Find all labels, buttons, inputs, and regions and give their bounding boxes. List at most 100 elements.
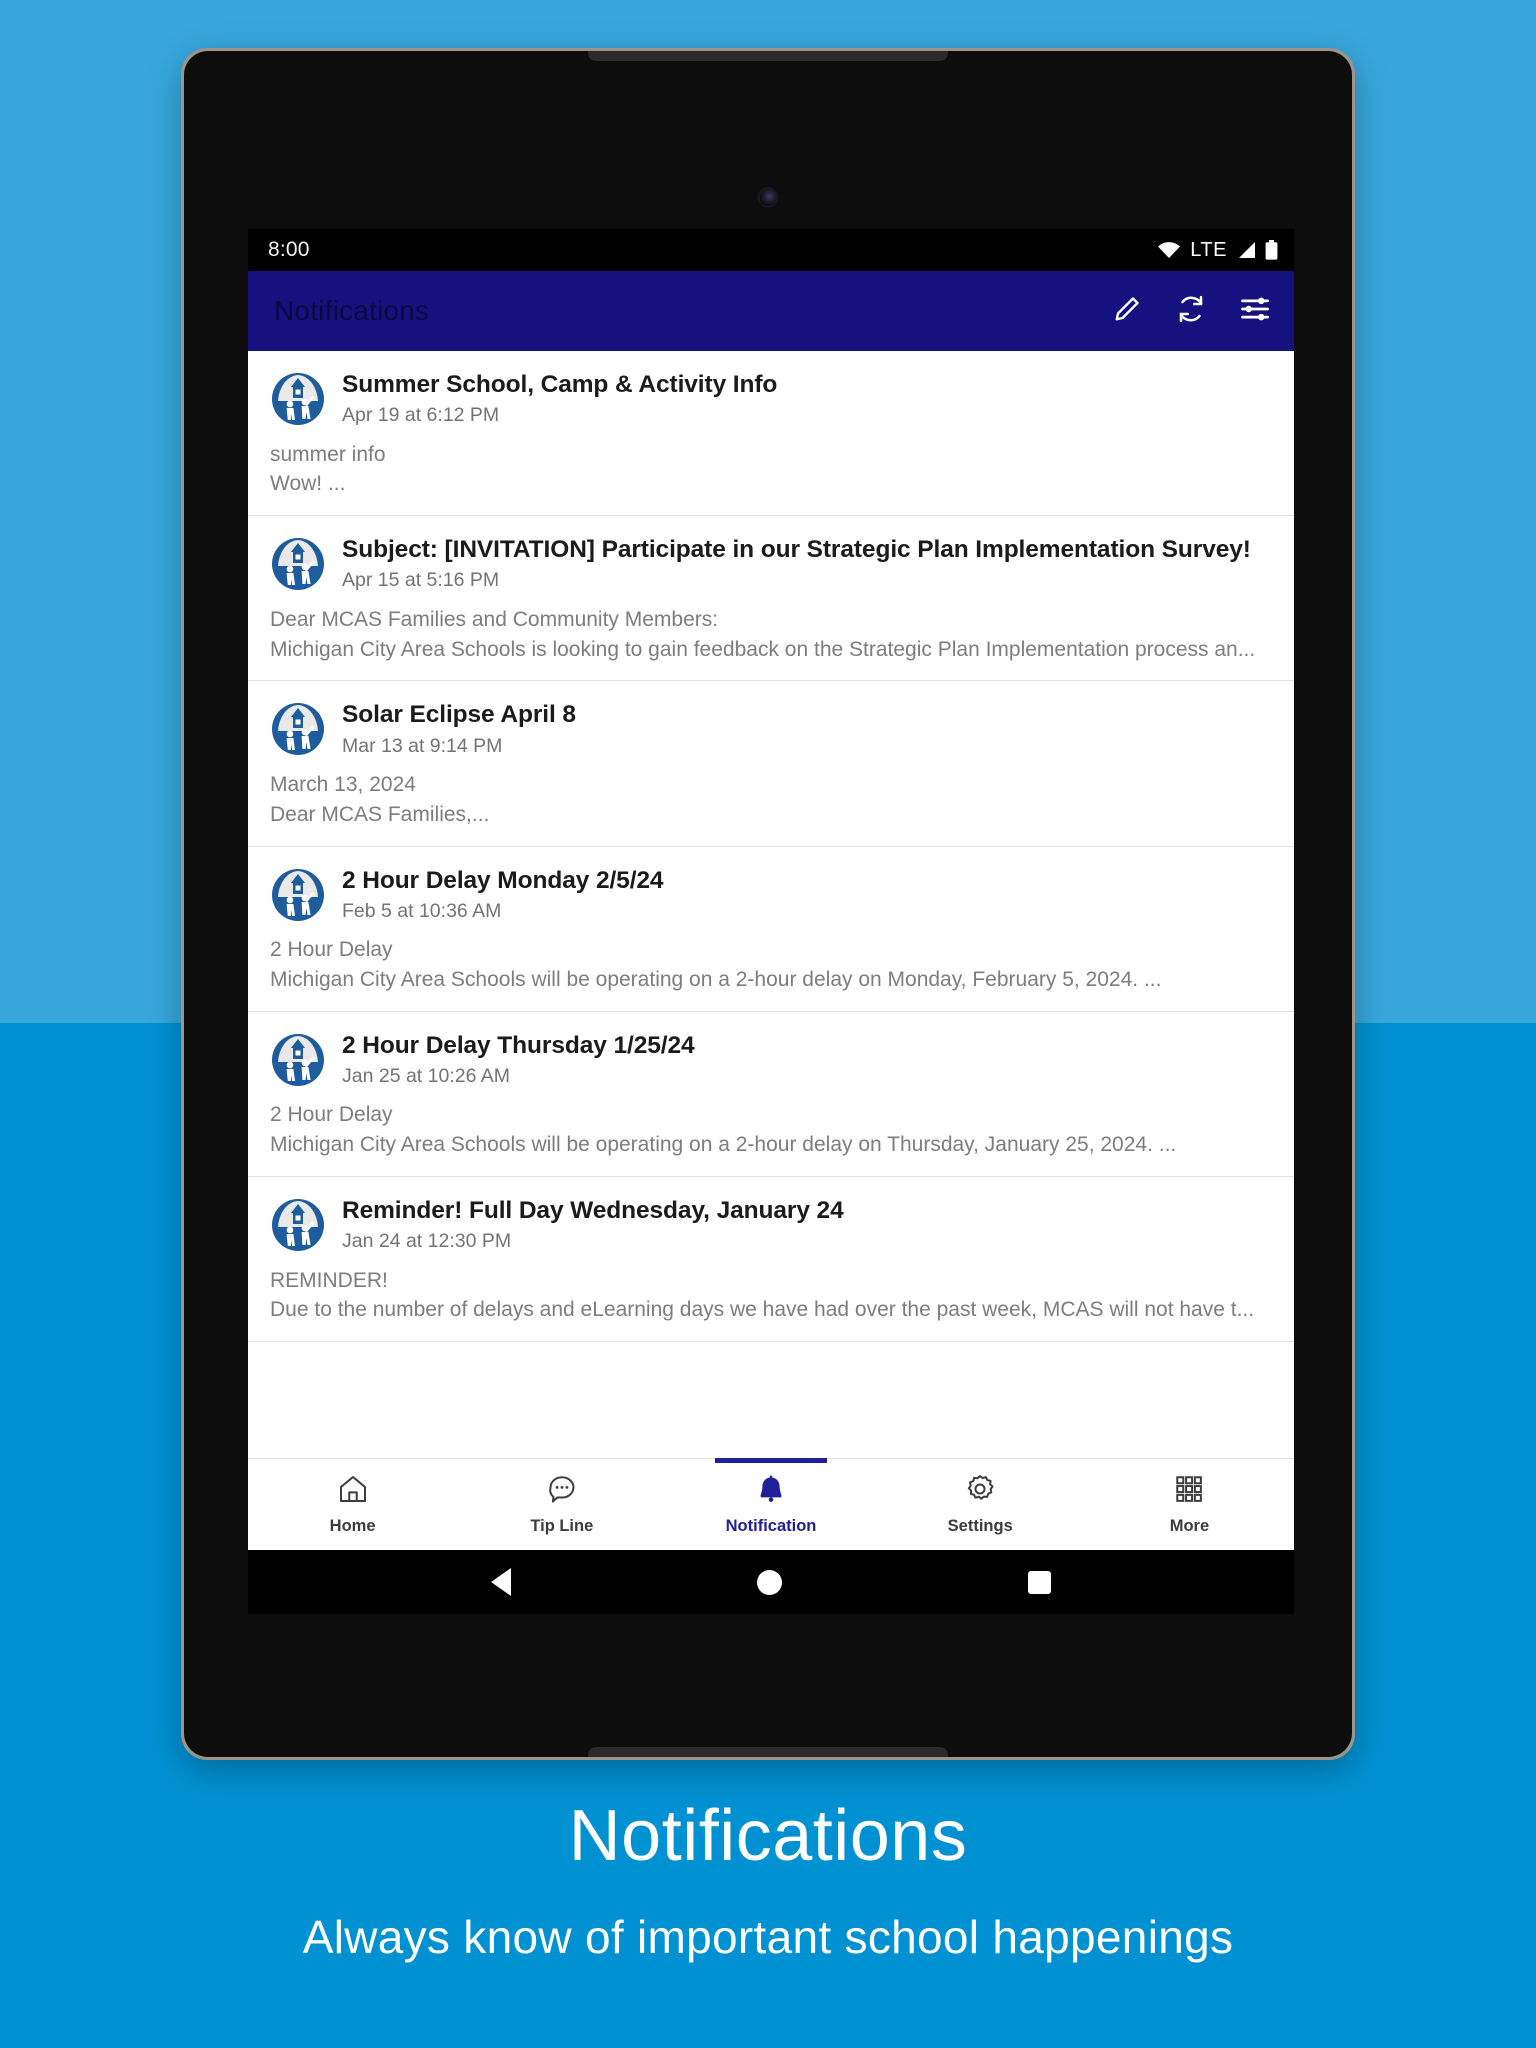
device-bottom-notch xyxy=(588,1747,948,1757)
battery-icon xyxy=(1265,240,1278,260)
notification-meta: 2 Hour Delay Thursday 1/25/24 Jan 25 at … xyxy=(342,1030,1272,1089)
grid-dots-icon xyxy=(1173,1473,1205,1510)
notification-header: 2 Hour Delay Monday 2/5/24 Feb 5 at 10:3… xyxy=(270,865,1272,924)
app-bar-actions xyxy=(1112,294,1270,329)
notification-body: 2 Hour Delay Michigan City Area Schools … xyxy=(270,935,1272,995)
notification-timestamp: Jan 24 at 12:30 PM xyxy=(342,1230,512,1253)
tab-more[interactable]: More xyxy=(1085,1459,1294,1550)
tab-home[interactable]: Home xyxy=(248,1459,457,1550)
notification-body: March 13, 2024 Dear MCAS Families,... xyxy=(270,770,1272,830)
notification-preview-line-1: 2 Hour Delay xyxy=(270,1103,393,1127)
notification-title: 2 Hour Delay Thursday 1/25/24 xyxy=(342,1031,695,1059)
notification-preview-line-2: Michigan City Area Schools is looking to… xyxy=(270,637,1256,661)
notification-title: Reminder! Full Day Wednesday, January 24 xyxy=(342,1196,844,1224)
notification-item[interactable]: Solar Eclipse April 8 Mar 13 at 9:14 PM … xyxy=(248,681,1294,847)
notification-meta: Summer School, Camp & Activity Info Apr … xyxy=(342,369,1272,428)
notification-meta: Solar Eclipse April 8 Mar 13 at 9:14 PM xyxy=(342,699,1272,758)
notification-header: Summer School, Camp & Activity Info Apr … xyxy=(270,369,1272,428)
tab-notification[interactable]: Notification xyxy=(666,1458,875,1550)
notification-title: Subject: [INVITATION] Participate in our… xyxy=(342,536,1251,564)
notification-body: REMINDER! Due to the number of delays an… xyxy=(270,1266,1272,1326)
app-bar: Notifications xyxy=(248,271,1294,351)
page-title: Notifications xyxy=(274,295,430,326)
school-logo-avatar xyxy=(270,701,326,758)
tab-settings[interactable]: Settings xyxy=(876,1459,1085,1550)
notification-header: Subject: [INVITATION] Participate in our… xyxy=(270,534,1272,593)
notification-preview-line-2: Due to the number of delays and eLearnin… xyxy=(270,1298,1255,1322)
notification-meta: Reminder! Full Day Wednesday, January 24… xyxy=(342,1195,1272,1254)
chat-bubble-icon xyxy=(546,1473,578,1510)
tab-more-label: More xyxy=(1169,1517,1210,1535)
signal-icon xyxy=(1236,241,1256,259)
notification-item[interactable]: Reminder! Full Day Wednesday, January 24… xyxy=(248,1176,1294,1343)
notification-preview-line-2: Michigan City Area Schools will be opera… xyxy=(270,1133,1177,1157)
front-camera-icon xyxy=(759,189,777,206)
bell-icon xyxy=(755,1473,787,1510)
notification-timestamp: Jan 25 at 10:26 AM xyxy=(342,1064,511,1087)
notification-item[interactable]: Summer School, Camp & Activity Info Apr … xyxy=(248,351,1294,517)
tab-home-label: Home xyxy=(329,1517,376,1535)
notification-header: Solar Eclipse April 8 Mar 13 at 9:14 PM xyxy=(270,699,1272,758)
tab-tip-line-label: Tip Line xyxy=(530,1517,594,1535)
recents-button[interactable] xyxy=(1028,1570,1051,1594)
android-navigation-bar xyxy=(248,1550,1294,1614)
status-indicators: LTE xyxy=(1157,239,1278,262)
filter-icon[interactable] xyxy=(1240,294,1270,329)
refresh-icon[interactable] xyxy=(1176,294,1206,329)
network-type-label: LTE xyxy=(1190,238,1227,261)
notification-preview-line-1: March 13, 2024 xyxy=(270,772,416,796)
home-icon xyxy=(337,1473,369,1510)
status-clock: 8:00 xyxy=(268,238,310,261)
caption-block: Notifications Always know of important s… xyxy=(0,1800,1536,1960)
device-top-speaker-notch xyxy=(588,51,948,61)
notification-meta: 2 Hour Delay Monday 2/5/24 Feb 5 at 10:3… xyxy=(342,865,1272,924)
home-button[interactable] xyxy=(757,1569,782,1595)
tablet-device-frame: 8:00 LTE Notifications Summer School, Ca… xyxy=(181,48,1355,1760)
back-triangle-icon xyxy=(491,1568,511,1596)
school-logo-avatar xyxy=(270,1031,326,1088)
notification-preview-line-2: Wow! ... xyxy=(270,472,346,496)
notification-preview-line-1: REMINDER! xyxy=(270,1268,388,1292)
notification-body: 2 Hour Delay Michigan City Area Schools … xyxy=(270,1100,1272,1160)
notification-list[interactable]: Summer School, Camp & Activity Info Apr … xyxy=(248,351,1294,1458)
gear-icon xyxy=(964,1473,996,1510)
notification-timestamp: Feb 5 at 10:36 AM xyxy=(342,899,502,922)
notification-timestamp: Mar 13 at 9:14 PM xyxy=(342,734,503,757)
device-screen: 8:00 LTE Notifications Summer School, Ca… xyxy=(248,229,1294,1614)
tab-active-indicator xyxy=(715,1458,827,1463)
caption-headline: Notifications xyxy=(568,1796,968,1876)
notification-header: Reminder! Full Day Wednesday, January 24… xyxy=(270,1195,1272,1254)
notification-title: Summer School, Camp & Activity Info xyxy=(342,371,778,398)
notification-title: Solar Eclipse April 8 xyxy=(342,701,576,729)
bottom-tab-bar: Home Tip Line Notification Settings More xyxy=(248,1458,1294,1550)
status-bar: 8:00 LTE xyxy=(248,229,1294,271)
tab-notification-label: Notification xyxy=(725,1517,817,1535)
notification-item[interactable]: 2 Hour Delay Monday 2/5/24 Feb 5 at 10:3… xyxy=(248,846,1294,1012)
school-logo-avatar xyxy=(270,1196,326,1253)
compose-icon[interactable] xyxy=(1112,294,1142,329)
school-logo-avatar xyxy=(270,866,326,923)
notification-preview-line-2: Michigan City Area Schools will be opera… xyxy=(270,967,1162,991)
notification-preview-line-1: summer info xyxy=(270,442,386,466)
notification-timestamp: Apr 19 at 6:12 PM xyxy=(342,404,500,427)
caption-subhead: Always know of important school happenin… xyxy=(302,1911,1234,1963)
notification-header: 2 Hour Delay Thursday 1/25/24 Jan 25 at … xyxy=(270,1030,1272,1089)
notification-item[interactable]: 2 Hour Delay Thursday 1/25/24 Jan 25 at … xyxy=(248,1011,1294,1177)
wifi-icon xyxy=(1157,241,1181,259)
notification-title: 2 Hour Delay Monday 2/5/24 xyxy=(342,866,664,894)
tab-tip-line[interactable]: Tip Line xyxy=(457,1459,666,1550)
notification-item[interactable]: Subject: [INVITATION] Participate in our… xyxy=(248,516,1294,682)
notification-preview-line-1: 2 Hour Delay xyxy=(270,938,393,962)
notification-preview-line-1: Dear MCAS Families and Community Members… xyxy=(270,607,719,631)
tablet-bezel: 8:00 LTE Notifications Summer School, Ca… xyxy=(184,51,1352,1757)
school-logo-avatar xyxy=(270,536,326,593)
notification-body: summer info Wow! ... xyxy=(270,440,1272,500)
tab-settings-label: Settings xyxy=(947,1517,1013,1535)
notification-meta: Subject: [INVITATION] Participate in our… xyxy=(342,534,1272,593)
notification-body: Dear MCAS Families and Community Members… xyxy=(270,605,1272,665)
page-root: 8:00 LTE Notifications Summer School, Ca… xyxy=(0,0,1536,2048)
back-button[interactable] xyxy=(491,1568,511,1596)
notification-timestamp: Apr 15 at 5:16 PM xyxy=(342,569,500,592)
recents-square-icon xyxy=(1028,1570,1051,1594)
notification-preview-line-2: Dear MCAS Families,... xyxy=(270,802,490,826)
